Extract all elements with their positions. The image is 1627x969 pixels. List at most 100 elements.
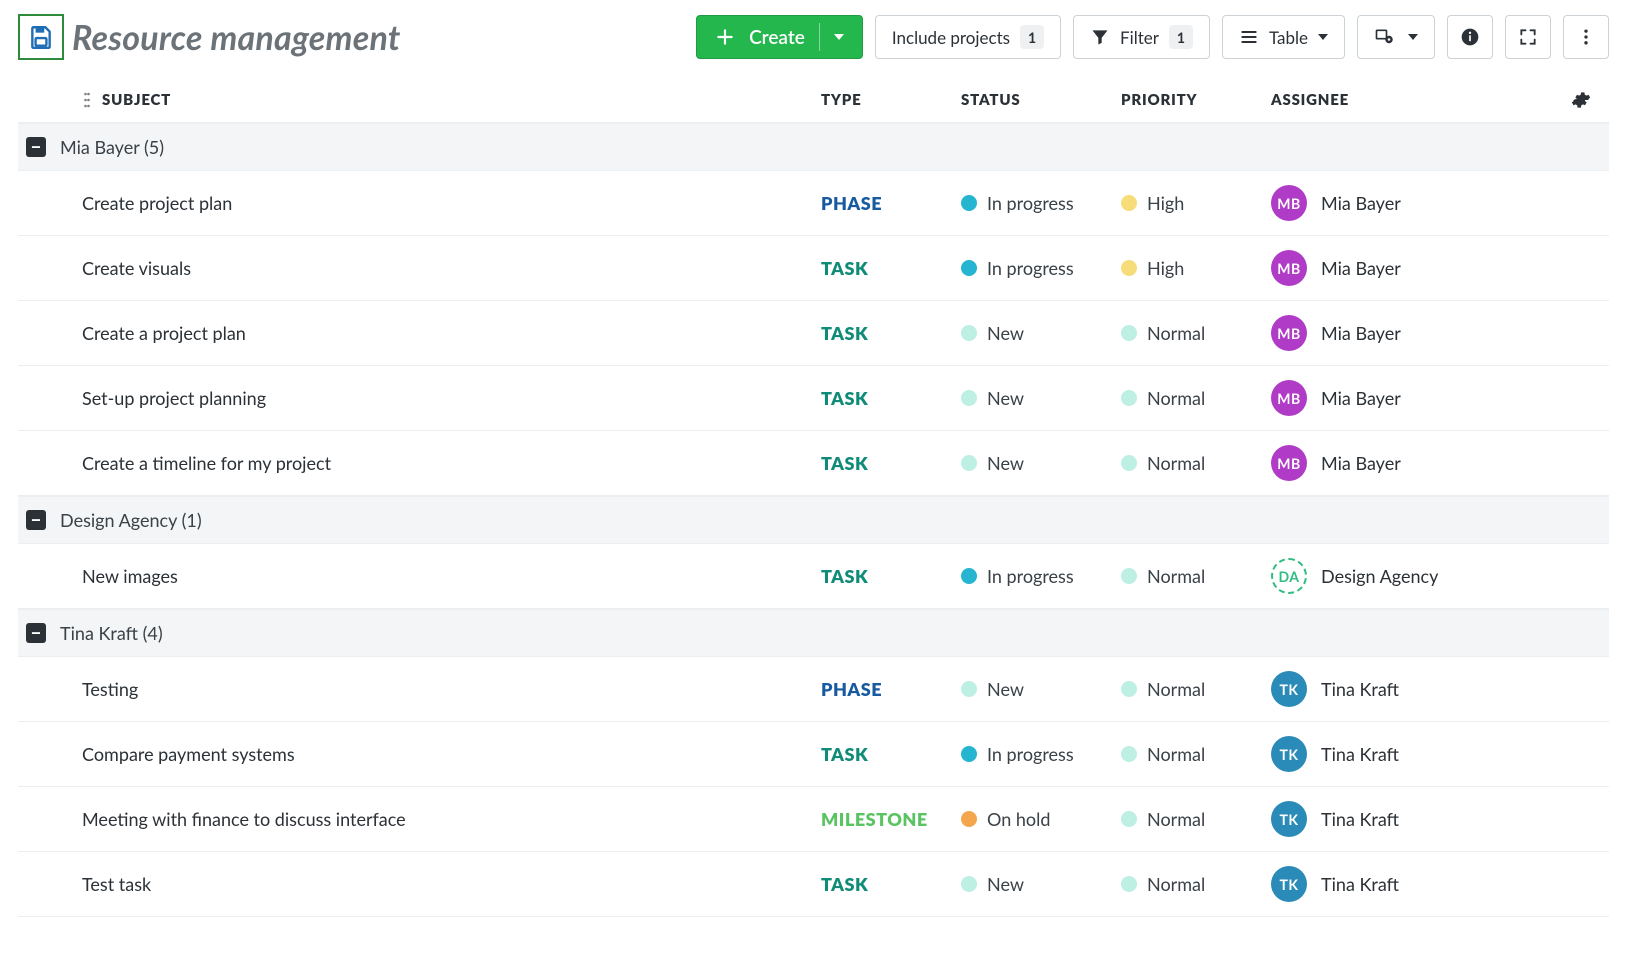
status-dot-icon: [961, 681, 977, 697]
fullscreen-button[interactable]: [1505, 15, 1551, 59]
avatar: TK: [1271, 671, 1307, 707]
table-row[interactable]: Create a project planTASKNewNormalMBMia …: [18, 301, 1609, 366]
table-row[interactable]: New imagesTASKIn progressNormalDADesign …: [18, 544, 1609, 609]
table-row[interactable]: TestingPHASENewNormalTKTina Kraft: [18, 657, 1609, 722]
status-label: In progress: [987, 565, 1074, 587]
cell-type: TASK: [821, 452, 961, 474]
table-row[interactable]: Set-up project planningTASKNewNormalMBMi…: [18, 366, 1609, 431]
info-button[interactable]: [1447, 15, 1493, 59]
cell-assignee: TK Tina Kraft: [1271, 801, 1551, 837]
status-label: In progress: [987, 743, 1074, 765]
table-row[interactable]: Test taskTASKNewNormalTKTina Kraft: [18, 852, 1609, 917]
priority-label: High: [1147, 192, 1184, 214]
kebab-icon: [1576, 27, 1596, 47]
cell-status: In progress: [961, 565, 1121, 587]
cell-priority: Normal: [1121, 743, 1271, 765]
priority-dot-icon: [1121, 325, 1137, 341]
status-label: New: [987, 678, 1024, 700]
cell-subject: Meeting with finance to discuss interfac…: [66, 808, 821, 830]
priority-label: Normal: [1147, 873, 1205, 895]
priority-label: Normal: [1147, 387, 1205, 409]
table-row[interactable]: Create visualsTASKIn progressHighMBMia B…: [18, 236, 1609, 301]
table-row[interactable]: Create project planPHASEIn progress High M…: [18, 171, 1609, 236]
assignee-name: Tina Kraft: [1321, 873, 1399, 895]
cell-priority: Normal: [1121, 808, 1271, 830]
cell-priority: Normal: [1121, 873, 1271, 895]
group-label: Tina Kraft (4): [60, 622, 163, 644]
table-body: −Mia Bayer (5)Create project planPHASEIn…: [18, 123, 1609, 917]
col-type[interactable]: TYPE: [821, 91, 961, 109]
collapse-icon[interactable]: −: [26, 137, 46, 157]
group-header[interactable]: −Tina Kraft (4): [18, 609, 1609, 657]
cell-priority: High: [1121, 257, 1271, 279]
cell-assignee: TK Tina Kraft: [1271, 866, 1551, 902]
cell-type: PHASE: [821, 678, 961, 700]
table-row[interactable]: Meeting with finance to discuss interfac…: [18, 787, 1609, 852]
save-button[interactable]: [18, 14, 64, 60]
chevron-down-icon: [1318, 34, 1328, 40]
priority-dot-icon: [1121, 260, 1137, 276]
status-label: New: [987, 387, 1024, 409]
avatar: TK: [1271, 736, 1307, 772]
priority-label: Normal: [1147, 322, 1205, 344]
create-divider: [819, 23, 820, 51]
info-icon: [1460, 27, 1480, 47]
col-assignee[interactable]: ASSIGNEE: [1271, 91, 1551, 109]
priority-label: Normal: [1147, 808, 1205, 830]
cell-type: TASK: [821, 322, 961, 344]
chevron-down-icon: [1408, 34, 1418, 40]
status-dot-icon: [961, 746, 977, 762]
more-menu-button[interactable]: [1563, 15, 1609, 59]
chevron-down-icon: [834, 34, 844, 40]
priority-dot-icon: [1121, 876, 1137, 892]
cell-priority: Normal: [1121, 322, 1271, 344]
cell-status: In progress: [961, 192, 1121, 214]
assignee-name: Tina Kraft: [1321, 808, 1399, 830]
avatar: MB: [1271, 315, 1307, 351]
cell-subject: Create a timeline for my project: [66, 452, 821, 474]
cell-type: PHASE: [821, 192, 961, 214]
cell-assignee: MBMia Bayer: [1271, 250, 1551, 286]
status-dot-icon: [961, 568, 977, 584]
card-view-button[interactable]: [1357, 15, 1435, 59]
filter-button[interactable]: Filter 1: [1073, 15, 1210, 59]
collapse-icon[interactable]: −: [26, 623, 46, 643]
avatar: TK: [1271, 801, 1307, 837]
create-button[interactable]: Create: [696, 15, 863, 59]
group-header[interactable]: −Mia Bayer (5): [18, 123, 1609, 171]
avatar: MB: [1271, 445, 1307, 481]
col-subject[interactable]: SUBJECT: [66, 91, 821, 109]
drag-handle-icon: [82, 92, 92, 108]
gear-icon: [1571, 90, 1591, 110]
table-settings-button[interactable]: [1571, 90, 1591, 110]
col-subject-label: SUBJECT: [102, 91, 171, 109]
filter-count: 1: [1169, 25, 1193, 49]
avatar: TK: [1271, 866, 1307, 902]
col-status[interactable]: STATUS: [961, 91, 1121, 109]
assignee-name: Mia Bayer: [1321, 192, 1401, 214]
col-priority[interactable]: PRIORITY: [1121, 91, 1271, 109]
cell-priority: Normal: [1121, 678, 1271, 700]
cell-subject: Set-up project planning: [66, 387, 821, 409]
cell-subject: Create project plan: [66, 192, 821, 214]
status-dot-icon: [961, 390, 977, 406]
assignee-name: Mia Bayer: [1321, 257, 1401, 279]
cell-type: TASK: [821, 743, 961, 765]
table-header: SUBJECT TYPE STATUS PRIORITY ASSIGNEE: [18, 78, 1609, 123]
cell-status: New: [961, 322, 1121, 344]
save-icon: [28, 24, 54, 50]
collapse-icon[interactable]: −: [26, 510, 46, 530]
cell-priority: Normal: [1121, 387, 1271, 409]
include-projects-label: Include projects: [892, 27, 1010, 48]
cell-subject: Create visuals: [66, 257, 821, 279]
cell-subject: Testing: [66, 678, 821, 700]
view-select[interactable]: Table: [1222, 15, 1345, 59]
status-dot-icon: [961, 876, 977, 892]
status-dot-icon: [961, 811, 977, 827]
assignee-name: Tina Kraft: [1321, 743, 1399, 765]
cell-status: In progress: [961, 743, 1121, 765]
table-row[interactable]: Create a timeline for my projectTASKNewN…: [18, 431, 1609, 496]
include-projects-button[interactable]: Include projects 1: [875, 15, 1061, 59]
table-row[interactable]: Compare payment systemsTASKIn progressNo…: [18, 722, 1609, 787]
group-header[interactable]: −Design Agency (1): [18, 496, 1609, 544]
